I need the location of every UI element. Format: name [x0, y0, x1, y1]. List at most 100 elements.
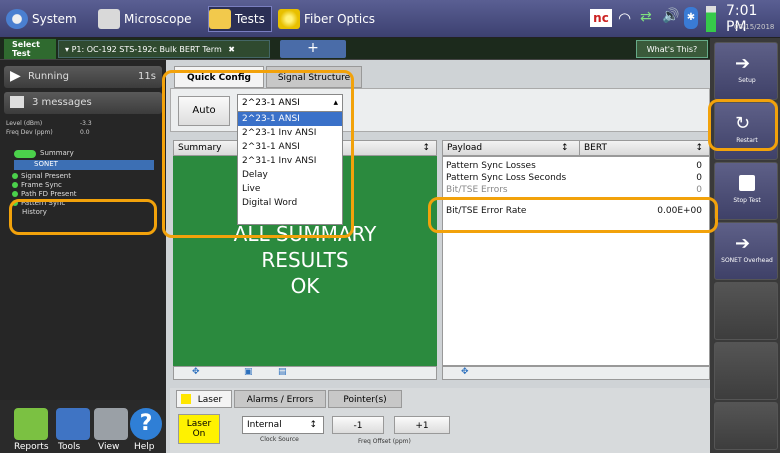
- clock-source-value: Internal: [247, 420, 282, 430]
- help-icon[interactable]: ?: [130, 408, 162, 440]
- clock-source-label: Clock Source: [260, 436, 299, 443]
- table-row: Bit/TSE Errors 0: [446, 184, 708, 196]
- row-value: 0: [696, 161, 702, 171]
- empty-soft-key[interactable]: [714, 342, 778, 400]
- clock-date: 06/15/2018: [734, 23, 775, 31]
- wifi-icon: ◠: [618, 9, 632, 27]
- setup-label: Setup: [738, 77, 756, 84]
- whats-this-button[interactable]: What's This?: [636, 40, 708, 58]
- chevron-down-icon: ▾: [65, 45, 70, 54]
- tree-path-fd-present[interactable]: Path FD Present: [12, 190, 77, 198]
- clock-source-select[interactable]: Internal ↕: [242, 416, 324, 434]
- tab-alarms-errors[interactable]: Alarms / Errors: [234, 390, 326, 408]
- battery-icon: [706, 6, 716, 32]
- stop-test-label: Stop Test: [733, 197, 761, 204]
- row-value: 0: [696, 185, 702, 195]
- tree-signal-present[interactable]: Signal Present: [12, 172, 71, 180]
- table-row: Pattern Sync Losses 0: [446, 160, 708, 172]
- fiber-optics-label: Fiber Optics: [304, 12, 376, 26]
- running-status: ▶ Running 11s: [4, 66, 162, 88]
- sonet-overhead-button[interactable]: ➔ SONET Overhead: [714, 222, 778, 280]
- payload-select[interactable]: Payload: [447, 143, 482, 153]
- gear-icon: [6, 9, 28, 29]
- tab-pointers[interactable]: Pointer(s): [328, 390, 402, 408]
- test-tab-label: P1: OC-192 STS-192c Bulk BERT Term: [71, 45, 222, 54]
- top-bar: System Microscope Tests Fiber Optics nc …: [0, 0, 780, 38]
- message-icon: [10, 96, 24, 108]
- microscope-icon: [98, 9, 120, 29]
- fiber-optics-icon: [278, 9, 300, 29]
- sonet-overhead-label: SONET Overhead: [721, 257, 773, 264]
- laser-on-button[interactable]: Laser On: [178, 414, 220, 444]
- status-led: [12, 173, 18, 179]
- expand-icon[interactable]: ✥: [192, 367, 200, 377]
- empty-soft-key[interactable]: [714, 402, 778, 450]
- tests-button[interactable]: Tests: [208, 6, 272, 32]
- freq-plus-button[interactable]: +1: [394, 416, 450, 434]
- bert-select[interactable]: BERT: [579, 141, 607, 155]
- close-icon[interactable]: ✖: [228, 45, 235, 54]
- stop-test-button[interactable]: Stop Test: [714, 162, 778, 220]
- expand-icon[interactable]: ✥: [461, 367, 469, 377]
- highlight-error-rate: [428, 197, 718, 233]
- chevron-updown-icon: ↕: [561, 143, 569, 153]
- summary-line-3: OK: [290, 274, 320, 298]
- row-label: Bit/TSE Errors: [446, 185, 508, 195]
- add-test-button[interactable]: +: [280, 40, 346, 58]
- chevron-updown-icon: ↕: [695, 143, 703, 153]
- setup-button[interactable]: ➔ Setup: [714, 42, 778, 100]
- microscope-button[interactable]: Microscope: [98, 6, 192, 32]
- status-led: [12, 182, 18, 188]
- tab-laser[interactable]: Laser: [176, 390, 232, 408]
- level-value: -3.3: [80, 120, 92, 127]
- results-header: Payload ↕ BERT ↕: [442, 140, 710, 156]
- elapsed-time: 11s: [138, 71, 156, 82]
- summary-line-2: RESULTS: [261, 248, 349, 272]
- tree-frame-sync[interactable]: Frame Sync: [12, 181, 62, 189]
- freq-offset-label: Freq Offset (ppm): [358, 438, 411, 445]
- bluetooth-icon: ✱: [684, 7, 698, 29]
- messages-button[interactable]: 3 messages: [4, 92, 162, 114]
- table-row: Pattern Sync Loss Seconds 0: [446, 172, 708, 184]
- single-view-icon[interactable]: ▣: [244, 367, 253, 377]
- highlight-pattern-sync: [9, 199, 157, 235]
- tree-sonet[interactable]: SONET: [14, 160, 154, 170]
- view-icon[interactable]: [94, 408, 128, 440]
- view-label: View: [98, 442, 120, 452]
- summary-toolbar: ✥ ▣ ▤: [173, 366, 437, 380]
- tools-label: Tools: [58, 442, 81, 452]
- laser-indicator: [181, 394, 191, 404]
- system-button[interactable]: System: [6, 6, 77, 32]
- chevron-updown-icon: ↕: [309, 420, 317, 430]
- running-label: Running: [28, 71, 69, 82]
- test-tab-p1[interactable]: ▾ P1: OC-192 STS-192c Bulk BERT Term ✖: [58, 40, 270, 58]
- reports-icon[interactable]: [14, 408, 48, 440]
- row-label: Pattern Sync Loss Seconds: [446, 173, 567, 183]
- arrow-right-icon: ➔: [735, 233, 751, 254]
- tree-label: Frame Sync: [21, 181, 62, 189]
- system-label: System: [32, 12, 77, 26]
- highlight-pattern-dropdown: [162, 70, 354, 238]
- freq-minus-button[interactable]: -1: [332, 416, 384, 434]
- tab-laser-label: Laser: [197, 395, 223, 405]
- freq-dev-label: Freq Dev (ppm): [6, 129, 53, 136]
- select-test-button[interactable]: Select Test: [4, 39, 56, 59]
- speaker-icon: 🔊: [662, 8, 680, 24]
- sync-icon: ⇄: [640, 9, 652, 25]
- tools-icon[interactable]: [56, 408, 90, 440]
- tree-label: Path FD Present: [21, 190, 77, 198]
- empty-soft-key[interactable]: [714, 282, 778, 340]
- tree-summary[interactable]: Summary: [40, 149, 74, 157]
- messages-label: 3 messages: [32, 97, 92, 108]
- microscope-label: Microscope: [124, 12, 192, 26]
- row-label: Pattern Sync Losses: [446, 161, 536, 171]
- reports-label: Reports: [14, 442, 49, 452]
- split-view-icon[interactable]: ▤: [278, 367, 287, 377]
- level-label: Level (dBm): [6, 120, 43, 127]
- tree-label: Signal Present: [21, 172, 71, 180]
- stop-icon: [739, 175, 755, 191]
- summary-led: [14, 150, 36, 158]
- bert-icon: [209, 9, 231, 29]
- fiber-optics-button[interactable]: Fiber Optics: [278, 6, 375, 32]
- nc-badge: nc: [590, 9, 612, 27]
